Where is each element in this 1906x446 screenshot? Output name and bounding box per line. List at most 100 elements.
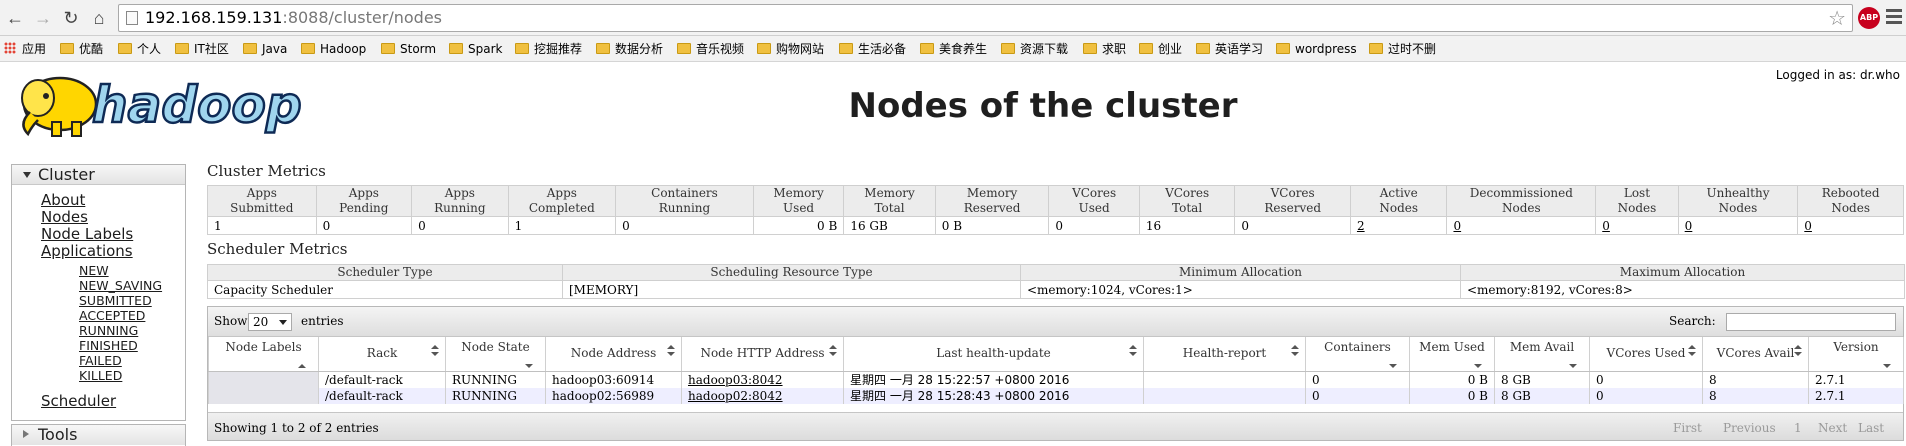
nav-app-state-accepted[interactable]: ACCEPTED [79,308,145,323]
sort-desc-icon [525,363,533,368]
column-header-rack[interactable]: Rack [318,337,446,372]
folder-icon [1196,43,1210,54]
adblock-plus-icon[interactable]: ABP [1858,7,1880,29]
metric-unhealthy-nodes-link[interactable]: 0 [1677,216,1799,235]
dropdown-arrow-icon [279,320,287,325]
bookmark-folder[interactable]: 美食养生 [920,39,987,59]
sort-icon [1291,345,1299,357]
browser-menu-icon[interactable] [1886,9,1902,27]
search-input[interactable] [1726,313,1896,331]
column-header-node-labels[interactable]: Node Labels [208,337,319,372]
pager-previous-button[interactable]: Previous [1723,421,1776,435]
bookmark-folder[interactable]: Java [243,39,287,59]
pager-page-1-button[interactable]: 1 [1794,421,1802,435]
tools-nav-header[interactable]: Tools [12,425,185,445]
scheduler-metrics-table: Scheduler Type Scheduling Resource Type … [207,264,1905,299]
bookmark-star-icon[interactable]: ☆ [1828,5,1846,31]
cluster-nav-header[interactable]: Cluster [12,165,185,185]
forward-arrow-icon[interactable]: → [32,7,54,29]
nav-link-scheduler[interactable]: Scheduler [41,392,116,410]
table-info: Showing 1 to 2 of 2 entries [214,421,379,435]
column-header-node-address[interactable]: Node Address [545,337,682,372]
cell-version: 2.7.1 [1808,387,1904,404]
bookmark-folder[interactable]: 创业 [1139,39,1182,59]
url-path: :8088/cluster/nodes [282,8,442,27]
column-header-mem-avail[interactable]: Mem Avail [1494,337,1590,372]
folder-icon [1139,43,1153,54]
address-bar[interactable]: 192.168.159.131:8088/cluster/nodes ☆ [118,4,1853,32]
folder-icon [757,43,771,54]
bookmark-folder[interactable]: IT社区 [175,39,229,59]
cell-node-http-address-link[interactable]: hadoop02:8042 [681,387,844,404]
nodes-table-footer: Showing 1 to 2 of 2 entries First Previo… [208,412,1903,440]
metric-header: Active Nodes [1349,185,1448,217]
folder-icon [381,43,395,54]
bookmark-folder[interactable]: 过时不删 [1369,39,1436,59]
nav-app-state-running[interactable]: RUNNING [79,323,138,338]
cell-node-http-address-link[interactable]: hadoop03:8042 [681,371,844,388]
metric-apps-pending: 0 [315,216,413,235]
column-header-version[interactable]: Version [1808,337,1904,372]
cell-health-report [1143,387,1306,404]
metric-rebooted-nodes-link[interactable]: 0 [1797,216,1904,235]
nav-link-node-labels[interactable]: Node Labels [41,225,133,243]
bookmark-folder[interactable]: wordpress [1276,39,1357,59]
column-header-health-report[interactable]: Health-report [1143,337,1306,372]
nav-link-applications[interactable]: Applications [41,242,133,260]
home-icon[interactable]: ⌂ [88,7,110,29]
folder-icon [243,43,257,54]
bookmark-folder[interactable]: 生活必备 [839,39,906,59]
bookmark-folder[interactable]: 数据分析 [596,39,663,59]
column-header-mem-used[interactable]: Mem Used [1409,337,1495,372]
bookmark-folder[interactable]: 求职 [1083,39,1126,59]
cell-rack: /default-rack [318,371,446,388]
bookmark-apps[interactable]: 应用 [4,39,46,59]
entries-per-page-value: 20 [253,315,269,329]
bookmark-folder[interactable]: 资源下载 [1001,39,1068,59]
reload-icon[interactable]: ↻ [60,7,82,29]
cluster-nav-label: Cluster [38,165,95,184]
nav-link-nodes[interactable]: Nodes [41,208,88,226]
scheduling-resource-type: [MEMORY] [562,280,1021,299]
bookmark-folder[interactable]: 个人 [118,39,161,59]
pager-last-button[interactable]: Last [1858,421,1884,435]
column-header-node-http-address[interactable]: Node HTTP Address [681,337,844,372]
bookmark-folder[interactable]: 英语学习 [1196,39,1263,59]
metric-containers-running: 0 [615,216,754,235]
cell-node-address: hadoop02:56989 [545,387,682,404]
nav-app-state-finished[interactable]: FINISHED [79,338,138,353]
bookmark-folder[interactable]: 优酷 [60,39,103,59]
metric-active-nodes-link[interactable]: 2 [1349,216,1448,235]
metric-vcores-reserved: 0 [1234,216,1351,235]
pager-next-button[interactable]: Next [1818,421,1847,435]
nav-app-state-submitted[interactable]: SUBMITTED [79,293,152,308]
bookmark-folder[interactable]: 音乐视频 [677,39,744,59]
nav-app-state-new[interactable]: NEW [79,263,109,278]
cell-rack: /default-rack [318,387,446,404]
bookmark-folder[interactable]: 挖掘推荐 [515,39,582,59]
pager-first-button[interactable]: First [1673,421,1702,435]
metric-header: Apps Completed [507,185,617,217]
page-title: Nodes of the cluster [848,86,1238,126]
entries-per-page-select[interactable]: 20 [248,313,292,331]
bookmark-folder[interactable]: Hadoop [301,39,366,59]
column-header-vcores-used[interactable]: VCores Used [1589,337,1703,372]
bookmark-folder[interactable]: Spark [449,39,502,59]
cell-containers: 0 [1305,371,1410,388]
folder-icon [1001,43,1015,54]
column-header-containers[interactable]: Containers [1305,337,1410,372]
bookmark-folder[interactable]: 购物网站 [757,39,824,59]
nav-app-state-new-saving[interactable]: NEW_SAVING [79,278,162,293]
back-arrow-icon[interactable]: ← [4,7,26,29]
metric-decommissioned-nodes-link[interactable]: 0 [1446,216,1597,235]
cell-vcores-used: 0 [1589,371,1703,388]
metric-lost-nodes-link[interactable]: 0 [1595,216,1679,235]
column-header-vcores-avail[interactable]: VCores Avail [1702,337,1809,372]
nav-app-state-failed[interactable]: FAILED [79,353,122,368]
nav-app-state-killed[interactable]: KILLED [79,368,122,383]
column-header-node-state[interactable]: Node State [445,337,546,372]
column-header-last-health-update[interactable]: Last health-update [843,337,1144,372]
bookmark-folder[interactable]: Storm [381,39,436,59]
metric-header: Memory Total [843,185,936,217]
nav-link-about[interactable]: About [41,191,85,209]
